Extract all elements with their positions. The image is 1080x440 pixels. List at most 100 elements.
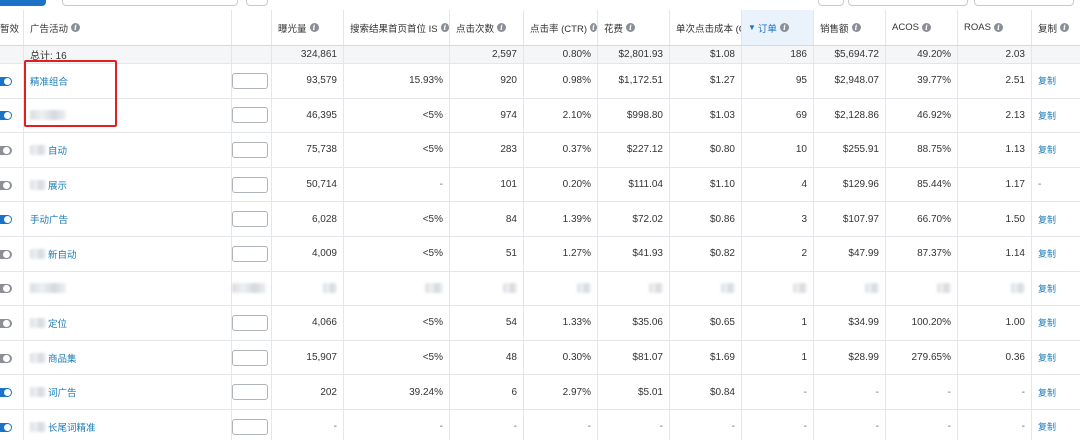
campaign-name-link[interactable]: 展示 (48, 178, 67, 192)
campaign-name-link[interactable]: 自动 (48, 143, 67, 157)
col-acos[interactable]: ACOS i (886, 10, 958, 45)
total-sales: $5,694.72 (814, 46, 886, 63)
copy-link[interactable]: 复制 (1038, 386, 1056, 399)
status-toggle[interactable] (0, 180, 12, 190)
budget-input[interactable] (232, 176, 268, 193)
budget-input[interactable] (232, 141, 268, 158)
budget-input[interactable] (232, 349, 268, 366)
col-sales[interactable]: 销售额 i (814, 10, 886, 45)
budget-input[interactable] (232, 245, 268, 262)
info-icon: i (779, 23, 789, 32)
copy-link[interactable]: 复制 (1038, 282, 1056, 295)
cell-orders: - (742, 410, 814, 440)
cell-tos: <5% (344, 237, 450, 271)
status-toggle[interactable] (0, 388, 12, 398)
cell-clicks: 283 (450, 133, 524, 167)
col-roas[interactable]: ROAS i (958, 10, 1032, 45)
cell-clicks: 101 (450, 167, 524, 202)
campaign-name-link[interactable]: 定位 (48, 316, 67, 330)
copy-link[interactable]: 复制 (1038, 420, 1056, 433)
col-ctr[interactable]: 点击率 (CTR) i (524, 10, 598, 45)
copy-link[interactable]: 复制 (1038, 74, 1056, 87)
toolbar-button[interactable] (974, 0, 1074, 6)
cell-cpc: $0.84 (670, 375, 742, 409)
col-clicks[interactable]: 点击次数 i (450, 10, 524, 45)
cell-sales: $107.97 (814, 202, 886, 236)
col-spend[interactable]: 花费 i (598, 10, 670, 45)
campaign-name-link[interactable]: 手动广告 (30, 212, 68, 226)
campaign-name-link[interactable]: 商品集 (48, 351, 77, 365)
col-status[interactable]: 暂效 (0, 10, 24, 45)
status-toggle[interactable] (0, 284, 12, 294)
cell-tos: <5% (344, 340, 450, 375)
cell-orders: - (742, 375, 814, 409)
cell-ctr: 0.98% (524, 64, 598, 98)
cell-spend: - (598, 410, 670, 440)
primary-action-button[interactable] (0, 0, 46, 6)
budget-input[interactable] (232, 314, 268, 331)
budget-input[interactable] (232, 107, 268, 124)
status-toggle[interactable] (0, 318, 12, 328)
col-campaign[interactable]: 广告活动 i (24, 10, 232, 45)
cell-tos (344, 271, 450, 306)
cell-acos: - (886, 410, 958, 440)
cell-roas: 1.00 (958, 306, 1032, 340)
campaign-cell: 商品集 (24, 340, 232, 375)
redacted-text (30, 144, 46, 155)
toolbar-button[interactable] (848, 0, 968, 6)
redacted-text (721, 283, 735, 294)
copy-link[interactable]: 复制 (1038, 143, 1056, 156)
cell-ctr: 0.37% (524, 133, 598, 167)
redacted-text (1011, 283, 1025, 294)
col-top-of-search-is[interactable]: 搜索结果首页首位 IS i (344, 10, 450, 45)
info-icon: i (590, 23, 597, 32)
toolbar-button[interactable] (246, 0, 268, 6)
cell-acos: 85.44% (886, 167, 958, 202)
info-icon: i (497, 23, 507, 32)
cell-spend: $5.01 (598, 375, 670, 409)
copy-link[interactable]: 复制 (1038, 213, 1056, 226)
col-orders[interactable]: ▼ 订单 i (742, 10, 814, 45)
toolbar-button[interactable] (818, 0, 844, 6)
table-header: 暂效 广告活动 i 曝光量 i 搜索结果首页首位 IS i 点击次数 i 点击率 (CT… (0, 10, 1080, 46)
status-toggle[interactable] (0, 249, 12, 259)
col-cpc[interactable]: 单次点击成本 (CPC (670, 10, 742, 45)
cell-tos: <5% (344, 202, 450, 236)
campaign-name-link[interactable]: 长尾词精准 (48, 420, 96, 434)
status-toggle[interactable] (0, 111, 12, 121)
campaign-name-link[interactable]: 精准组合 (30, 74, 68, 88)
cell-roas: 1.17 (958, 167, 1032, 202)
cell-impressions: 6,028 (272, 202, 344, 236)
status-toggle[interactable] (0, 353, 12, 363)
budget-input[interactable] (232, 72, 268, 89)
status-toggle[interactable] (0, 215, 12, 225)
status-toggle[interactable] (0, 145, 12, 155)
budget-input[interactable] (232, 211, 268, 228)
cell-sales (814, 271, 886, 306)
cell-ctr: 1.39% (524, 202, 598, 236)
cell-ctr: 1.33% (524, 306, 598, 340)
copy-link[interactable]: 复制 (1038, 247, 1056, 260)
cell-acos: 88.75% (886, 133, 958, 167)
campaign-name-link[interactable]: 词广告 (48, 385, 77, 399)
col-impressions[interactable]: 曝光量 i (272, 10, 344, 45)
redacted-text (425, 283, 443, 294)
cell-tos: 15.93% (344, 64, 450, 98)
cell-acos: - (886, 375, 958, 409)
campaign-cell: 新自动 (24, 237, 232, 271)
cell-clicks: - (450, 410, 524, 440)
status-toggle[interactable] (0, 76, 12, 86)
toolbar-search-input[interactable] (62, 0, 238, 6)
cell-cpc: $0.86 (670, 202, 742, 236)
cell-tos: <5% (344, 133, 450, 167)
copy-link[interactable]: 复制 (1038, 316, 1056, 329)
budget-input[interactable] (232, 384, 268, 401)
table-row: 手动广告 6,028 <5% 84 1.39% $72.02 $0.86 3 $107.97 66… (0, 202, 1080, 237)
status-toggle[interactable] (0, 422, 12, 432)
budget-input[interactable] (232, 280, 268, 296)
total-orders: 186 (742, 46, 814, 63)
copy-link[interactable]: 复制 (1038, 351, 1056, 364)
budget-input[interactable] (232, 418, 268, 435)
copy-link[interactable]: 复制 (1038, 109, 1056, 122)
campaign-name-link[interactable]: 新自动 (48, 247, 77, 261)
